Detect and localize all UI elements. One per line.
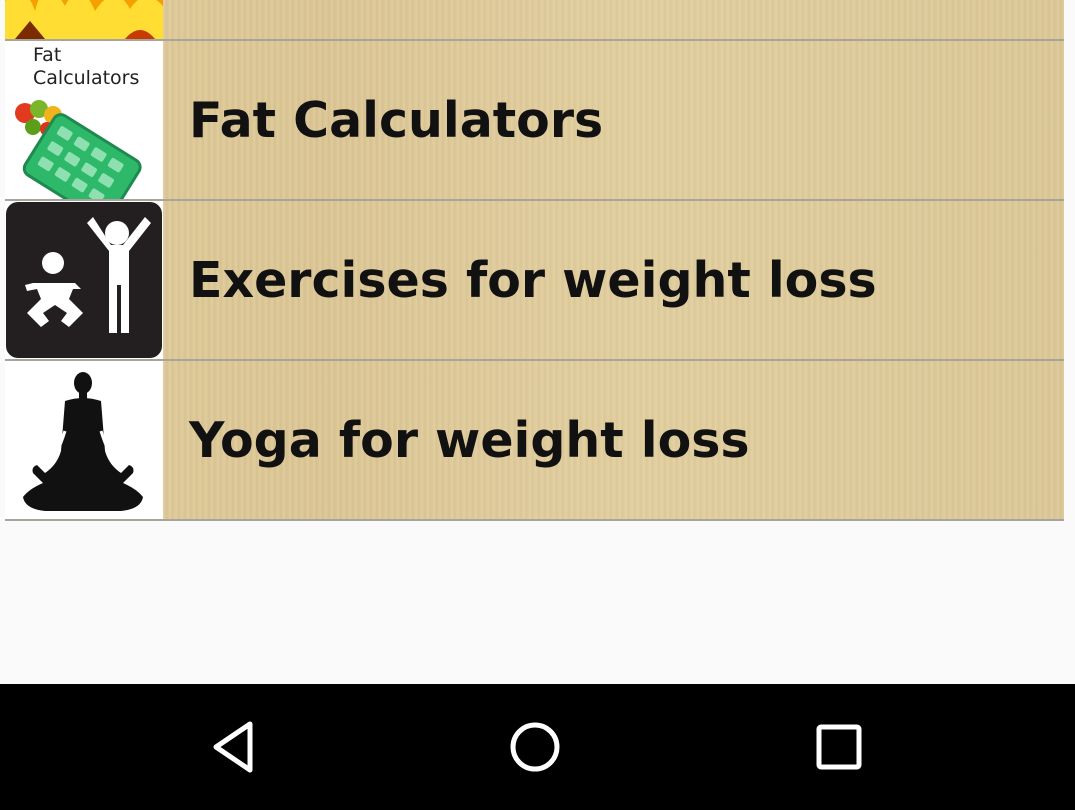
- list-item-label: [163, 0, 1064, 39]
- screen: Fat Calculators Fat Calculators Exercise…: [0, 0, 1075, 810]
- home-icon[interactable]: [505, 717, 565, 777]
- recents-icon[interactable]: [809, 717, 869, 777]
- list-item-fat-calculators[interactable]: Fat Calculators Fat Calculators: [5, 41, 1064, 201]
- list-item-label: Yoga for weight loss: [189, 411, 750, 469]
- list-item-yoga[interactable]: Yoga for weight loss: [5, 361, 1064, 521]
- list-item-exercises[interactable]: Exercises for weight loss: [5, 201, 1064, 361]
- exercise-icon: [5, 201, 163, 359]
- system-navigation-bar: [0, 684, 1075, 810]
- list-item[interactable]: [5, 0, 1064, 41]
- list-item-label: Exercises for weight loss: [189, 251, 877, 309]
- fire-icon: [5, 0, 163, 39]
- list-item-label: Fat Calculators: [189, 91, 604, 149]
- yoga-icon: [5, 361, 163, 519]
- back-icon[interactable]: [203, 717, 263, 777]
- calculator-icon: Fat Calculators: [5, 41, 163, 199]
